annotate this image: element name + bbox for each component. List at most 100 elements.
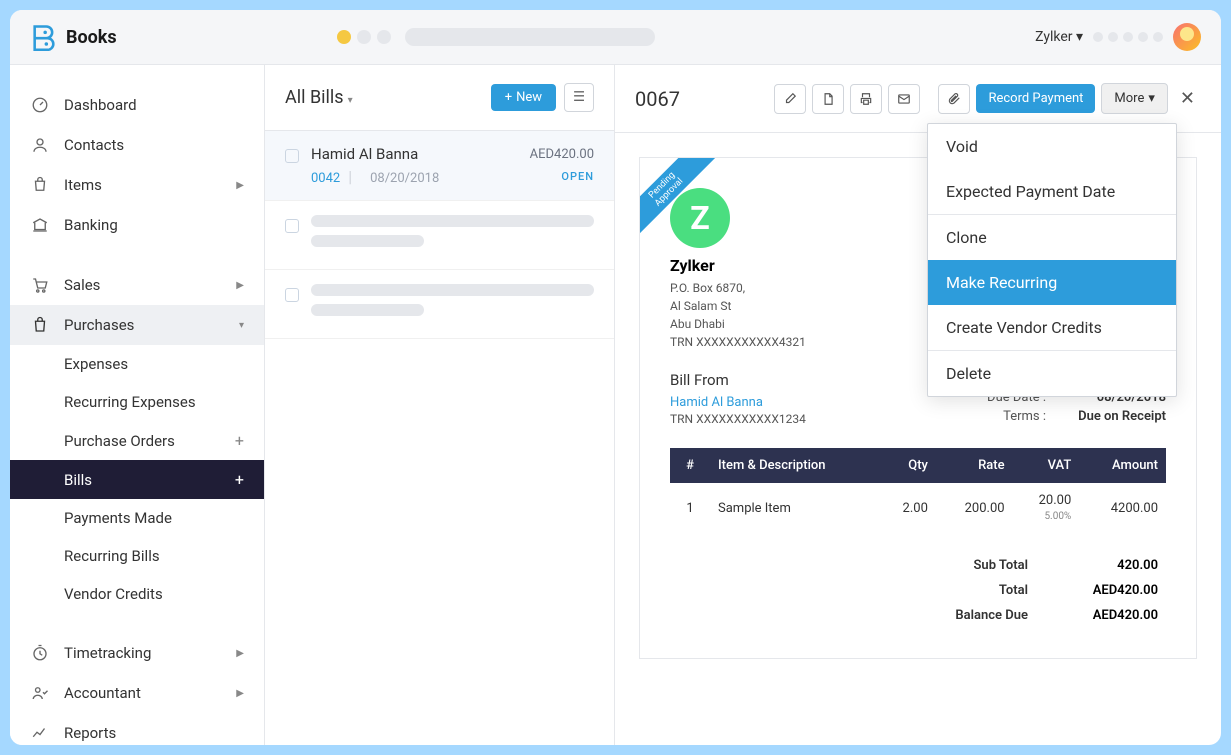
dashboard-icon [30,95,50,115]
bill-line-items-table: # Item & Description Qty Rate VAT Amount [670,448,1166,533]
list-bill-date: 08/20/2018 [370,171,439,186]
nav-bills[interactable]: Bills + [10,460,264,499]
timetracking-icon [30,643,50,663]
nav-dashboard[interactable]: Dashboard [10,85,264,125]
close-button[interactable]: ✕ [1174,84,1201,113]
nav-reports[interactable]: Reports [10,713,264,745]
col-amount: Amount [1079,448,1166,483]
nav-expenses[interactable]: Expenses [10,345,264,383]
purchases-icon [30,315,50,335]
chevron-right-icon: ▶ [236,688,244,699]
list-menu-button[interactable]: ☰ [564,83,594,112]
nav-recurring-expenses[interactable]: Recurring Expenses [10,383,264,421]
nav-banking[interactable]: Banking [10,205,264,245]
dropdown-expected-date[interactable]: Expected Payment Date [928,169,1176,214]
dropdown-void[interactable]: Void [928,124,1176,169]
bill-list-item[interactable]: Hamid Al Banna AED420.00 0042 | 08/20/20… [265,131,614,201]
nav-items[interactable]: Items ▶ [10,165,264,205]
list-vendor-name: Hamid Al Banna [311,145,418,163]
list-status: OPEN [561,170,594,183]
nav-label: Bills [64,471,92,489]
list-bill-number: 0042 [311,171,340,186]
table-row: 1 Sample Item 2.00 200.00 20.005.00% 420… [670,483,1166,533]
header-dots [337,28,655,46]
nav-recurring-bills[interactable]: Recurring Bills [10,537,264,575]
checkbox[interactable] [285,288,299,302]
org-switcher[interactable]: Zylker ▾ [1035,29,1083,45]
nav-label: Contacts [64,136,124,154]
user-avatar[interactable] [1173,23,1201,51]
dropdown-vendor-credits[interactable]: Create Vendor Credits [928,305,1176,350]
new-button[interactable]: + New [491,84,556,111]
email-button[interactable] [888,84,920,114]
ribbon-text: Pending Approval [640,158,716,238]
nav-label: Purchase Orders [64,432,175,450]
chevron-right-icon: ▶ [236,180,244,191]
pdf-button[interactable] [812,84,844,114]
dropdown-delete[interactable]: Delete [928,351,1176,396]
sidebar: Dashboard Contacts Items ▶ Banking Sales… [10,65,265,745]
url-placeholder [405,28,655,46]
col-num: # [670,448,710,483]
bill-from: Bill From Hamid Al Banna TRN XXXXXXXXXXX… [670,371,806,428]
header-dot [1093,32,1103,42]
nav-label: Timetracking [64,644,151,662]
nav-label: Purchases [64,316,134,334]
print-button[interactable] [850,84,882,114]
nav-timetracking[interactable]: Timetracking ▶ [10,633,264,673]
bill-from-trn: TRN XXXXXXXXXXX1234 [670,412,806,426]
plus-icon[interactable]: + [235,470,244,489]
nav-vendor-credits[interactable]: Vendor Credits [10,575,264,613]
app-name: Books [66,27,117,48]
header-dot [1153,32,1163,42]
bill-from-label: Bill From [670,371,806,389]
nav-contacts[interactable]: Contacts [10,125,264,165]
nav-label: Expenses [64,355,128,373]
checkbox[interactable] [285,219,299,233]
items-icon [30,175,50,195]
nav-label: Reports [64,724,116,742]
nav-label: Banking [64,216,118,234]
app-logo: Books [30,23,117,51]
bill-totals: Sub Total420.00 TotalAED420.00 Balance D… [670,553,1166,628]
col-item: Item & Description [710,448,879,483]
more-dropdown: Void Expected Payment Date Clone Make Re… [927,123,1177,397]
nav-purchases[interactable]: Purchases ▾ [10,305,264,345]
window-dot [377,30,391,44]
edit-button[interactable] [774,84,806,114]
col-qty: Qty [879,448,936,483]
checkbox[interactable] [285,149,299,163]
nav-label: Dashboard [64,96,137,114]
nav-sales[interactable]: Sales ▶ [10,265,264,305]
record-payment-button[interactable]: Record Payment [976,84,1095,113]
nav-label: Items [64,176,102,194]
list-header: All Bills▾ + New ☰ [265,65,614,131]
contacts-icon [30,135,50,155]
nav-label: Accountant [64,684,141,702]
window-dot [357,30,371,44]
nav-accountant[interactable]: Accountant ▶ [10,673,264,713]
col-vat: VAT [1013,448,1080,483]
nav-payments-made[interactable]: Payments Made [10,499,264,537]
dropdown-make-recurring[interactable]: Make Recurring [928,260,1176,305]
reports-icon [30,723,50,743]
list-title[interactable]: All Bills▾ [285,87,353,108]
more-button[interactable]: More ▾ [1101,83,1167,114]
app-header: Books Zylker ▾ [10,10,1221,65]
detail-title: 0067 [635,87,680,111]
books-logo-icon [30,23,58,51]
header-dot [1123,32,1133,42]
dropdown-clone[interactable]: Clone [928,215,1176,260]
plus-icon[interactable]: + [235,431,244,450]
bill-from-name[interactable]: Hamid Al Banna [670,395,806,410]
approval-ribbon: Pending Approval [640,158,720,238]
chevron-right-icon: ▶ [236,280,244,291]
window-dot [337,30,351,44]
col-rate: Rate [936,448,1013,483]
nav-purchase-orders[interactable]: Purchase Orders + [10,421,264,460]
bill-list-item-skeleton [265,201,614,270]
nav-label: Recurring Expenses [64,393,196,411]
bills-list-panel: All Bills▾ + New ☰ Hamid Al Banna AED420… [265,65,615,745]
bill-detail-panel: 0067 Record Payment More ▾ ✕ Void Expect… [615,65,1221,745]
attachment-button[interactable] [938,84,970,114]
